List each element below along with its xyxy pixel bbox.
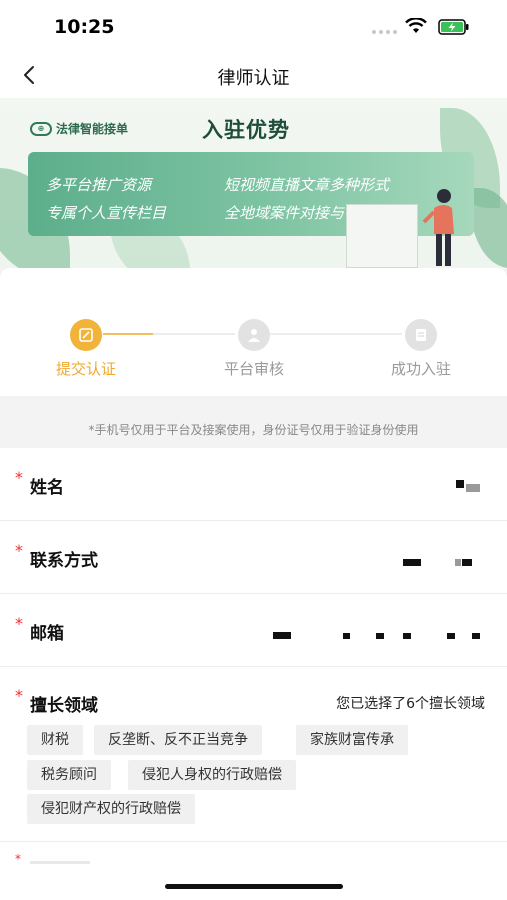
expertise-summary[interactable]: 您已选择了6个擅长领域 [336,693,485,713]
step-connector [103,333,153,335]
banner-logo: ⊕ 法律智能接单 [30,120,128,137]
required-mark: * [15,468,23,487]
email-label: 邮箱 [30,624,64,644]
edit-icon [79,328,93,342]
expertise-label: 擅长领域 [30,696,98,716]
woman-illustration [422,189,454,266]
masked-value [455,559,461,566]
step-label-success: 成功入驻 [390,360,451,378]
banner-line: 短视频直播文章多种形式 [224,176,390,194]
masked-value [447,633,455,639]
banner-line: 多平台推广资源 [46,176,152,194]
step-success-icon [405,319,437,351]
status-time: 10:25 [54,16,115,38]
expertise-tag[interactable]: 侵犯人身权的行政赔偿 [128,760,296,790]
required-mark: * [15,852,21,866]
masked-value [462,559,472,566]
masked-value [472,633,480,639]
banner-line: 专属个人宣传栏目 [46,204,167,222]
masked-value [273,632,291,639]
required-mark: * [15,614,23,633]
masked-value [343,633,350,639]
required-mark: * [15,686,23,705]
wifi-icon [405,18,427,33]
banner-logo-text: 法律智能接单 [56,122,129,136]
step-connector [153,333,235,335]
required-mark: * [15,541,23,560]
name-label: 姓名 [30,478,64,498]
user-icon [248,329,260,342]
name-row[interactable]: * 姓名 [0,448,507,521]
leaf-decoration [470,188,507,268]
expertise-tag[interactable]: 税务顾问 [27,760,111,790]
expertise-tag[interactable]: 侵犯财产权的行政赔偿 [27,794,195,824]
step-connector [270,333,402,335]
privacy-notice: *手机号仅用于平台及接案使用，身份证号仅用于验证身份使用 [88,423,419,437]
cellular-signal-icon [372,30,397,34]
home-indicator [165,884,343,889]
progress-steps: 提交认证 平台审核 成功入驻 [0,268,507,396]
document-icon [416,329,426,341]
banner-heading: 入驻优势 [202,118,290,142]
logo-icon: ⊕ [30,121,52,136]
email-row[interactable]: * 邮箱 [0,594,507,667]
contact-label: 联系方式 [30,551,98,571]
page-title: 律师认证 [217,68,290,89]
next-field-label-cut [30,856,110,864]
certification-form: * 姓名 * 联系方式 * 邮箱 * 擅长领域 您已选择了6个擅长领域 财税 反… [0,448,507,900]
contact-row[interactable]: * 联系方式 [0,521,507,594]
masked-value [466,484,480,492]
masked-value [403,633,411,639]
expertise-tag[interactable]: 反垄断、反不正当竞争 [94,725,262,755]
promo-banner[interactable]: ⊕ 法律智能接单 入驻优势 多平台推广资源 短视频直播文章多种形式 专属个人宣传… [0,98,507,268]
battery-charging-icon [438,19,469,35]
expertise-tag[interactable]: 财税 [27,725,83,755]
masked-value [456,480,464,488]
step-submit-icon [70,319,102,351]
board-illustration [346,204,418,268]
step-review-icon [238,319,270,351]
step-label-review: 平台审核 [223,360,284,378]
expertise-tag[interactable]: 家族财富传承 [296,725,408,755]
nav-bar: 律师认证 [0,52,507,98]
step-label-submit: 提交认证 [55,360,116,378]
status-bar: 10:25 [0,0,507,52]
masked-value [403,559,421,566]
masked-value [376,633,384,639]
